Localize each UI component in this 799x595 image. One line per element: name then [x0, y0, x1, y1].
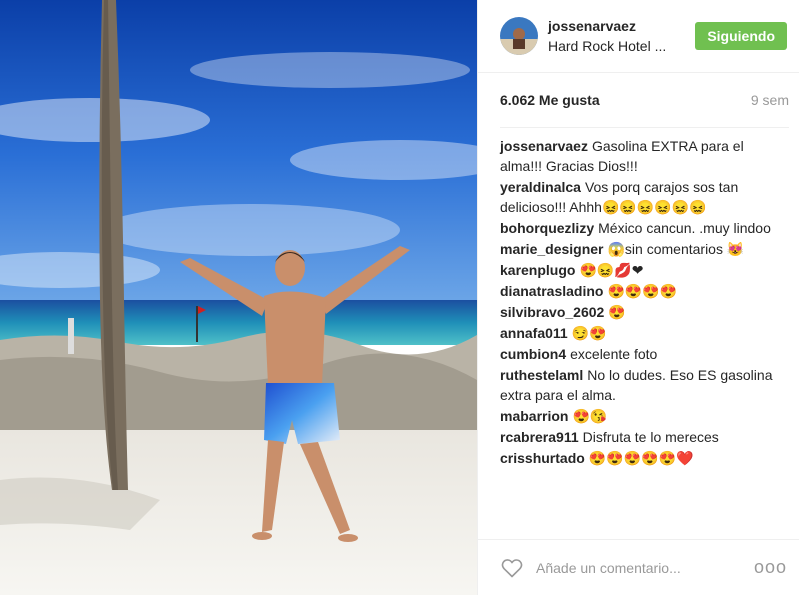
comment-username[interactable]: marie_designer	[500, 241, 604, 257]
comment-item: annafa011 😏😍	[500, 323, 787, 343]
comment-username[interactable]: silvibravo_2602	[500, 304, 604, 320]
comment-username[interactable]: annafa011	[500, 325, 568, 341]
comment-text: 😍😍😍😍	[607, 283, 678, 299]
likes-count[interactable]: 6.062 Me gusta	[500, 92, 600, 108]
post-location[interactable]: Hard Rock Hotel ...	[548, 38, 695, 54]
post-footer: Añade un comentario... ooo	[478, 539, 799, 595]
comment-text: Disfruta te lo mereces	[582, 429, 719, 445]
comment-item: cumbion4 excelente foto	[500, 344, 787, 364]
comment-username[interactable]: bohorquezlizy	[500, 220, 594, 236]
more-options-icon[interactable]: ooo	[754, 557, 787, 578]
comment-item: crisshurtado 😍😍😍😍😍❤️	[500, 448, 787, 468]
post-meta: 6.062 Me gusta 9 sem	[500, 73, 789, 128]
post-sidebar: jossenarvaez Hard Rock Hotel ... Siguien…	[477, 0, 799, 595]
heart-icon[interactable]	[500, 556, 524, 580]
avatar-image	[500, 17, 538, 55]
comment-username[interactable]: mabarrion	[500, 408, 568, 424]
comment-text: 😏😍	[571, 325, 607, 341]
comment-item: karenplugo 😍😖💋❤	[500, 260, 787, 280]
post-photo[interactable]	[0, 0, 477, 595]
comment-item: jossenarvaez Gasolina EXTRA para el alma!…	[500, 136, 787, 176]
comment-text: excelente foto	[570, 346, 658, 362]
comment-item: silvibravo_2602 😍	[500, 302, 787, 322]
comment-item: mabarrion 😍😘	[500, 406, 787, 426]
comment-username[interactable]: jossenarvaez	[500, 138, 588, 154]
add-comment-input[interactable]: Añade un comentario...	[536, 560, 754, 576]
comment-username[interactable]: ruthestelaml	[500, 367, 583, 383]
avatar[interactable]	[500, 17, 538, 55]
comment-text: 😍	[608, 304, 626, 320]
comment-text: 😍😍😍😍😍❤️	[588, 450, 694, 466]
header-text: jossenarvaez Hard Rock Hotel ...	[548, 18, 695, 54]
comments-list: jossenarvaez Gasolina EXTRA para el alma!…	[478, 128, 799, 528]
post-modal: jossenarvaez Hard Rock Hotel ... Siguien…	[0, 0, 799, 595]
comment-item: ruthestelaml No lo dudes. Eso ES gasolina…	[500, 365, 787, 405]
following-button[interactable]: Siguiendo	[695, 22, 787, 50]
beach-photo-illustration	[0, 0, 477, 595]
comment-username[interactable]: yeraldinalca	[500, 179, 581, 195]
post-time[interactable]: 9 sem	[751, 92, 789, 108]
comment-item: yeraldinalca Vos porq carajos sos tan del…	[500, 177, 787, 217]
comment-username[interactable]: crisshurtado	[500, 450, 585, 466]
post-username[interactable]: jossenarvaez	[548, 18, 695, 34]
comment-text: 😍😘	[572, 408, 608, 424]
comment-item: dianatrasladino 😍😍😍😍	[500, 281, 787, 301]
comment-username[interactable]: dianatrasladino	[500, 283, 603, 299]
comment-item: bohorquezlizy México cancun. .muy lindoo	[500, 218, 787, 238]
comment-text: México cancun. .muy lindoo	[598, 220, 771, 236]
comment-text: 😍😖💋❤	[579, 262, 644, 278]
comment-username[interactable]: cumbion4	[500, 346, 566, 362]
comment-username[interactable]: karenplugo	[500, 262, 575, 278]
comment-item: marie_designer 😱sin comentarios 😻	[500, 239, 787, 259]
comment-item: rcabrera911 Disfruta te lo mereces	[500, 427, 787, 447]
post-header: jossenarvaez Hard Rock Hotel ... Siguien…	[478, 0, 799, 73]
comment-username[interactable]: rcabrera911	[500, 429, 579, 445]
comment-text: 😱sin comentarios 😻	[607, 241, 745, 257]
